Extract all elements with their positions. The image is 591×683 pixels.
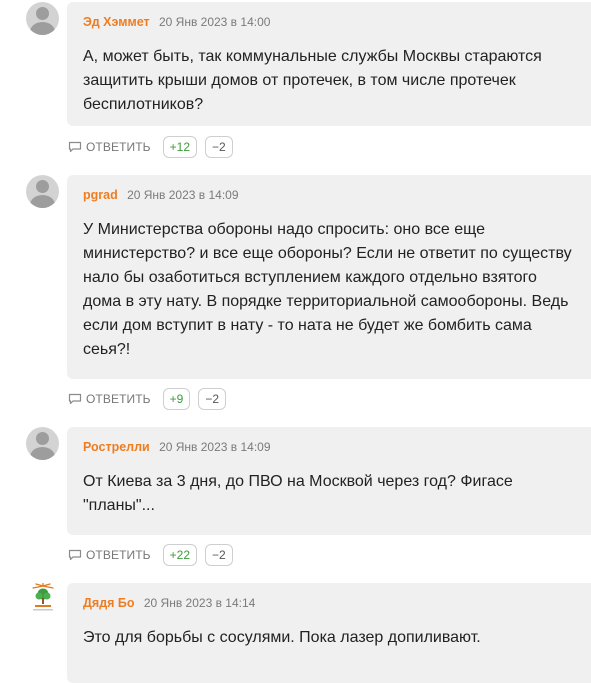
comment-text-line: А, может быть, так коммунальные службы М… bbox=[83, 48, 542, 65]
comment-time: 20 Янв 2023 в 14:09 bbox=[159, 440, 271, 454]
speech-bubble-icon bbox=[68, 549, 82, 561]
comment-text-line: если дом вступит в нату - то ната не буд… bbox=[83, 317, 532, 334]
comment-author[interactable]: Дядя Бо bbox=[83, 596, 135, 610]
downvote-button[interactable]: −2 bbox=[205, 544, 233, 566]
comment-text: У Министерства обороны надо спросить: он… bbox=[83, 218, 591, 362]
comment-time: 20 Янв 2023 в 14:14 bbox=[143, 596, 256, 610]
user-silhouette-icon bbox=[36, 7, 49, 20]
avatar[interactable] bbox=[26, 175, 59, 208]
comment-text-line: беспилотников? bbox=[83, 96, 204, 113]
comment-text: А, может быть, так коммунальные службы М… bbox=[83, 45, 591, 117]
user-silhouette-icon bbox=[36, 180, 49, 193]
comment-text-line: дома в эту нату. В порядке территориальн… bbox=[83, 293, 569, 310]
comment-text: Это для борьбы с сосулями. Пока лазер до… bbox=[83, 626, 591, 650]
upvote-button[interactable]: +22 bbox=[162, 544, 197, 566]
comment-bubble: Эд Хэммет 20 Янв 2023 в 14:00 А, может б… bbox=[67, 2, 591, 126]
speech-bubble-icon bbox=[68, 393, 82, 405]
comment-text: От Киева за 3 дня, до ПВО на Москвой чер… bbox=[83, 470, 591, 518]
comment-actions: ОТВЕТИТЬ +12 −2 bbox=[68, 135, 241, 159]
comment-time: 20 Янв 2023 в 14:09 bbox=[127, 188, 239, 202]
comment-actions: ОТВЕТИТЬ +9 −2 bbox=[68, 387, 234, 411]
downvote-button[interactable]: −2 bbox=[198, 388, 227, 410]
comment-bubble: Дядя Бо 20 Янв 2023 в 14:14 Это для борь… bbox=[67, 583, 591, 683]
comment-text-line: сеья?! bbox=[83, 341, 131, 358]
comment-bubble: pgrad 20 Янв 2023 в 14:09 У Министерства… bbox=[67, 175, 591, 379]
comment-meta: Эд Хэммет 20 Янв 2023 в 14:00 bbox=[83, 12, 591, 32]
avatar[interactable] bbox=[26, 427, 59, 460]
comment-author[interactable]: pgrad bbox=[83, 188, 118, 202]
comment-text-line: У Министерства обороны надо спросить: он… bbox=[83, 221, 486, 238]
speech-bubble-icon bbox=[68, 141, 82, 153]
avatar[interactable] bbox=[27, 583, 59, 613]
comment-meta: Рострелли 20 Янв 2023 в 14:09 bbox=[83, 437, 591, 457]
comment-author[interactable]: Эд Хэммет bbox=[83, 15, 150, 29]
comment-meta: Дядя Бо 20 Янв 2023 в 14:14 bbox=[83, 593, 591, 613]
comment-text-line: "планы"... bbox=[83, 497, 155, 514]
comment-text-line: От Киева за 3 дня, до ПВО на Москвой чер… bbox=[83, 473, 513, 490]
downvote-button[interactable]: −2 bbox=[205, 136, 233, 158]
tree-logo-icon bbox=[32, 583, 54, 611]
upvote-button[interactable]: +9 bbox=[162, 388, 191, 410]
comment-bubble: Рострелли 20 Янв 2023 в 14:09 От Киева з… bbox=[67, 427, 591, 535]
comment-meta: pgrad 20 Янв 2023 в 14:09 bbox=[83, 185, 591, 205]
comment-text-line: Это для борьбы с сосулями. Пока лазер до… bbox=[83, 629, 481, 646]
comment-author[interactable]: Рострелли bbox=[83, 440, 150, 454]
comment-time: 20 Янв 2023 в 14:00 bbox=[158, 15, 271, 29]
reply-button[interactable]: ОТВЕТИТЬ bbox=[68, 140, 151, 154]
comment-text-line: защитить крыши домов от протечек, в том … bbox=[83, 72, 516, 89]
upvote-button[interactable]: +12 bbox=[162, 136, 197, 158]
reply-label: ОТВЕТИТЬ bbox=[86, 548, 151, 562]
reply-button[interactable]: ОТВЕТИТЬ bbox=[68, 548, 151, 562]
reply-label: ОТВЕТИТЬ bbox=[86, 392, 151, 406]
reply-button[interactable]: ОТВЕТИТЬ bbox=[68, 392, 151, 406]
comment-text-line: министерство? и все еще обороны? Если не… bbox=[83, 245, 572, 262]
reply-label: ОТВЕТИТЬ bbox=[86, 140, 151, 154]
user-silhouette-icon bbox=[36, 432, 49, 445]
avatar[interactable] bbox=[26, 2, 59, 35]
comment-text-line: нало бы озаботиться вступлением каждого … bbox=[83, 269, 537, 286]
comment-actions: ОТВЕТИТЬ +22 −2 bbox=[68, 543, 241, 567]
